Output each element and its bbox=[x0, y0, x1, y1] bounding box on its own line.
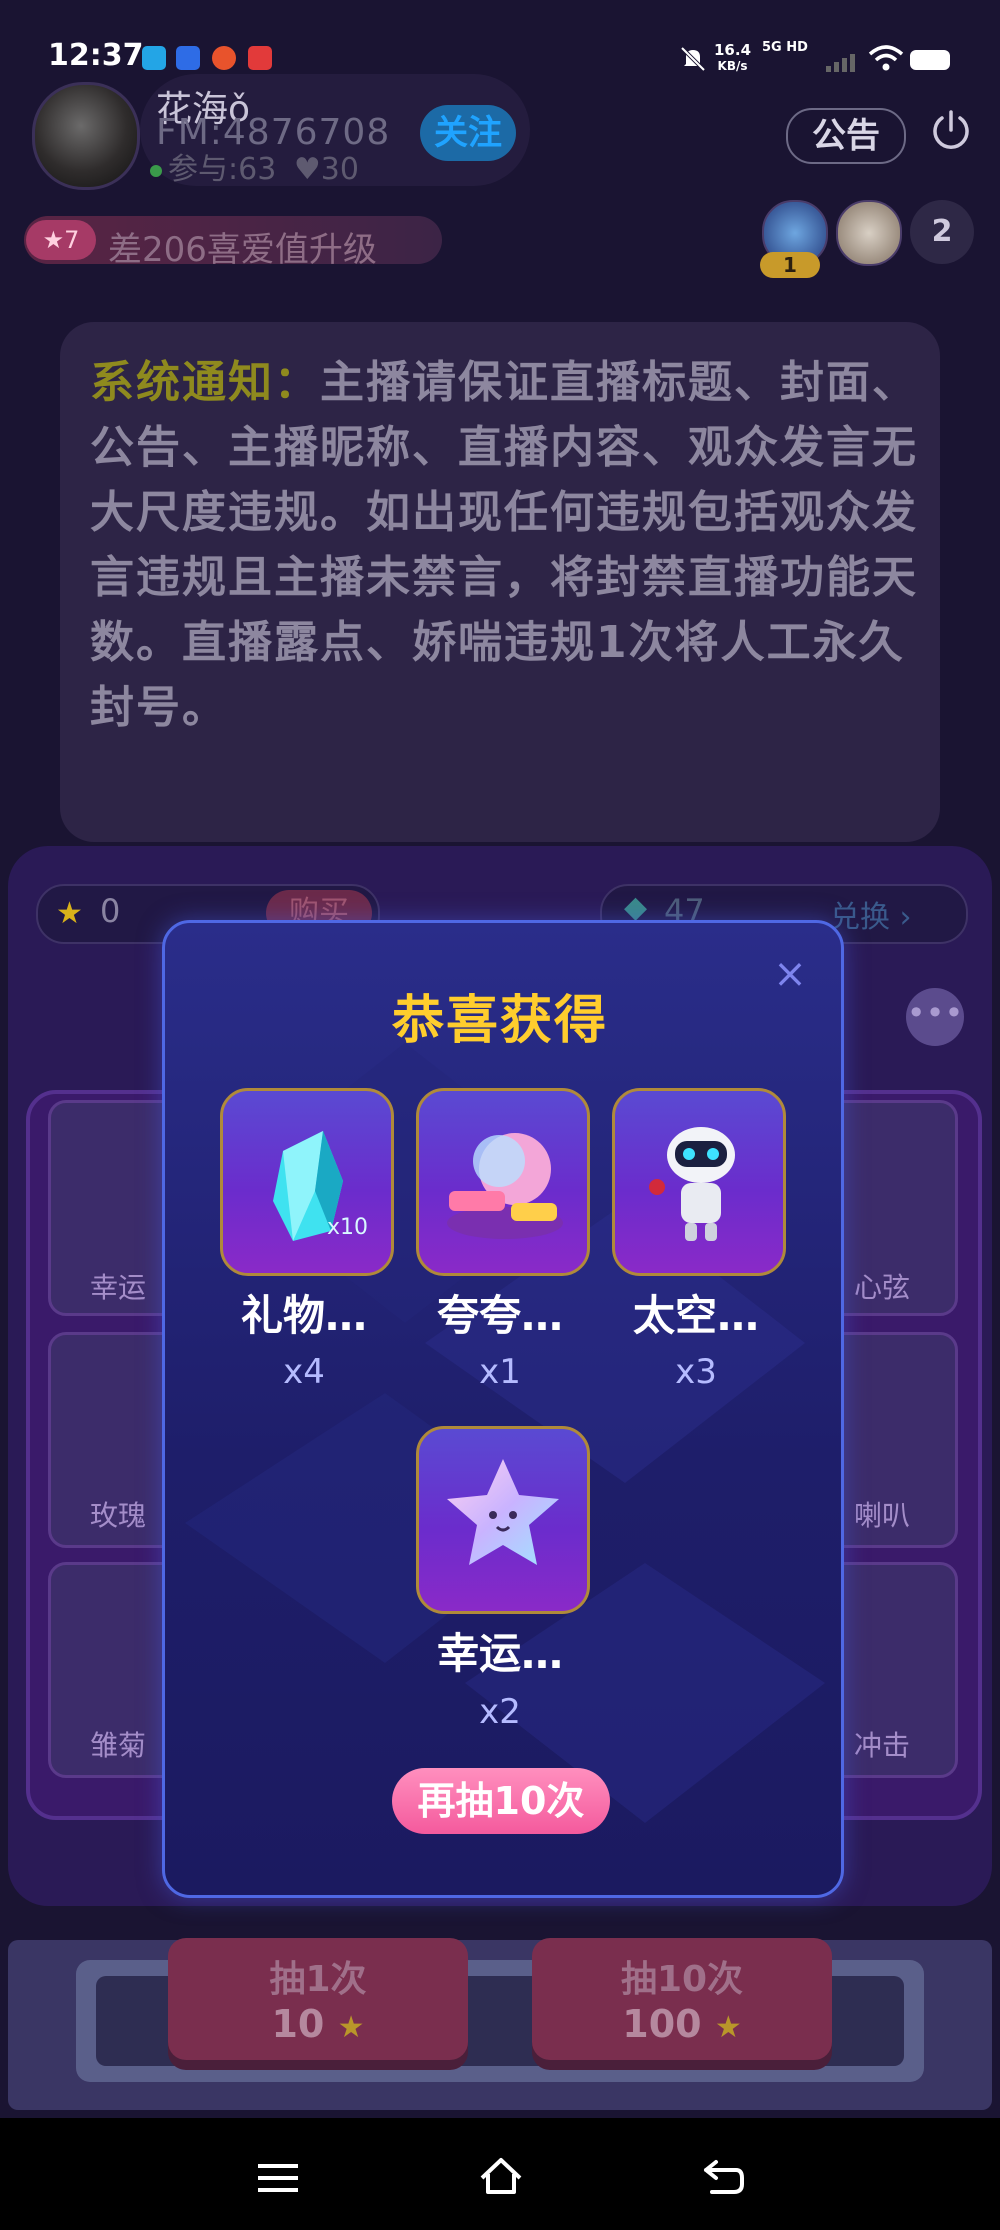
power-icon[interactable] bbox=[928, 108, 974, 154]
prize-count: x2 bbox=[479, 1692, 521, 1732]
heart-icon: ♥ bbox=[293, 152, 321, 187]
wifi-icon bbox=[868, 45, 904, 71]
system-notice-label: 系统通知： bbox=[90, 357, 320, 408]
star-balance: 0 bbox=[100, 892, 121, 930]
prize-name: 礼物… bbox=[240, 1291, 367, 1340]
back-icon[interactable] bbox=[702, 2158, 746, 2196]
participants-count: 参与:63 bbox=[168, 152, 277, 187]
system-notice-body: 主播请保证直播标题、封面、公告、主播昵称、直播内容、观众发言无大尺度违规。如出现… bbox=[90, 357, 918, 733]
chevron-right-icon: › bbox=[899, 900, 912, 935]
system-notice-text: 系统通知：主播请保证直播标题、封面、公告、主播昵称、直播内容、观众发言无大尺度违… bbox=[90, 350, 920, 740]
signal-icon bbox=[826, 54, 855, 72]
space-robot-icon bbox=[649, 1127, 735, 1241]
host-avatar[interactable] bbox=[32, 82, 140, 190]
draw-once-button[interactable]: 抽1次 10 ★ bbox=[168, 1938, 468, 2060]
modal-background-pattern bbox=[185, 1043, 825, 1823]
star-icon: ★ bbox=[337, 2010, 365, 2045]
prize-count: x3 bbox=[675, 1352, 717, 1392]
exchange-button[interactable]: 兑换 › bbox=[830, 892, 912, 936]
menu-icon[interactable] bbox=[258, 2162, 298, 2194]
crystal-icon bbox=[273, 1131, 343, 1241]
draw-once-label: 抽1次 bbox=[269, 1959, 367, 2000]
star-icon: ★ bbox=[714, 2010, 742, 2045]
lucky-star-icon bbox=[447, 1459, 559, 1565]
network-speed: 16.4 KB/s bbox=[714, 41, 752, 73]
prize-count: x1 bbox=[479, 1352, 521, 1392]
announcement-button[interactable]: 公告 bbox=[786, 108, 906, 164]
praise-bubble-icon bbox=[447, 1133, 563, 1239]
prize-tile-praise[interactable] bbox=[416, 1088, 590, 1276]
prize-quantity-badge: x10 bbox=[327, 1215, 369, 1240]
draw-ten-button[interactable]: 抽10次 100 ★ bbox=[532, 1938, 832, 2060]
prize-tile-gift[interactable]: x10 bbox=[220, 1088, 394, 1276]
signal-type: 5G HD bbox=[762, 40, 808, 55]
level-badge: ★7 bbox=[26, 220, 96, 260]
star-icon: ★ bbox=[56, 896, 83, 931]
follow-button[interactable]: 关注 bbox=[420, 105, 516, 161]
prize-name: 夸夸… bbox=[436, 1291, 563, 1340]
status-bar: 12:37 16.4 KB/s 5G HD bbox=[0, 0, 1000, 90]
bilibili-icon bbox=[142, 46, 166, 70]
mute-icon bbox=[680, 46, 706, 72]
prize-count: x4 bbox=[283, 1352, 325, 1392]
level-upgrade-text: 差206喜爱值升级 bbox=[108, 230, 377, 270]
draw-ten-cost: 100 ★ bbox=[622, 2002, 742, 2046]
draw-ten-label: 抽10次 bbox=[620, 1959, 744, 2000]
status-time: 12:37 bbox=[48, 38, 144, 73]
weibo-icon bbox=[212, 46, 236, 70]
red-app-icon bbox=[248, 46, 272, 70]
reward-modal bbox=[162, 920, 844, 1898]
star-icon: ★ bbox=[42, 226, 65, 254]
viewer-rank-badge: 1 bbox=[760, 252, 820, 278]
online-dot-icon bbox=[150, 164, 162, 177]
modal-title: 恭喜获得 bbox=[391, 991, 608, 1051]
prize-tile-space[interactable] bbox=[612, 1088, 786, 1276]
more-options-button[interactable]: ••• bbox=[906, 988, 964, 1046]
battery-icon bbox=[910, 50, 950, 70]
prize-name: 太空… bbox=[632, 1291, 759, 1340]
likes-count: 30 bbox=[320, 152, 359, 187]
viewer-count[interactable]: 2 bbox=[910, 200, 974, 264]
viewer-avatar-2[interactable] bbox=[836, 200, 902, 266]
draw-again-button[interactable]: 再抽10次 bbox=[392, 1768, 610, 1834]
draw-once-cost: 10 ★ bbox=[271, 2002, 365, 2046]
baidu-icon bbox=[176, 46, 200, 70]
prize-name: 幸运… bbox=[436, 1629, 563, 1678]
system-nav-bar bbox=[0, 2118, 1000, 2230]
host-stats: 参与:63 ♥30 bbox=[150, 144, 359, 188]
prize-tile-lucky-star[interactable] bbox=[416, 1426, 590, 1614]
home-icon[interactable] bbox=[478, 2156, 524, 2196]
